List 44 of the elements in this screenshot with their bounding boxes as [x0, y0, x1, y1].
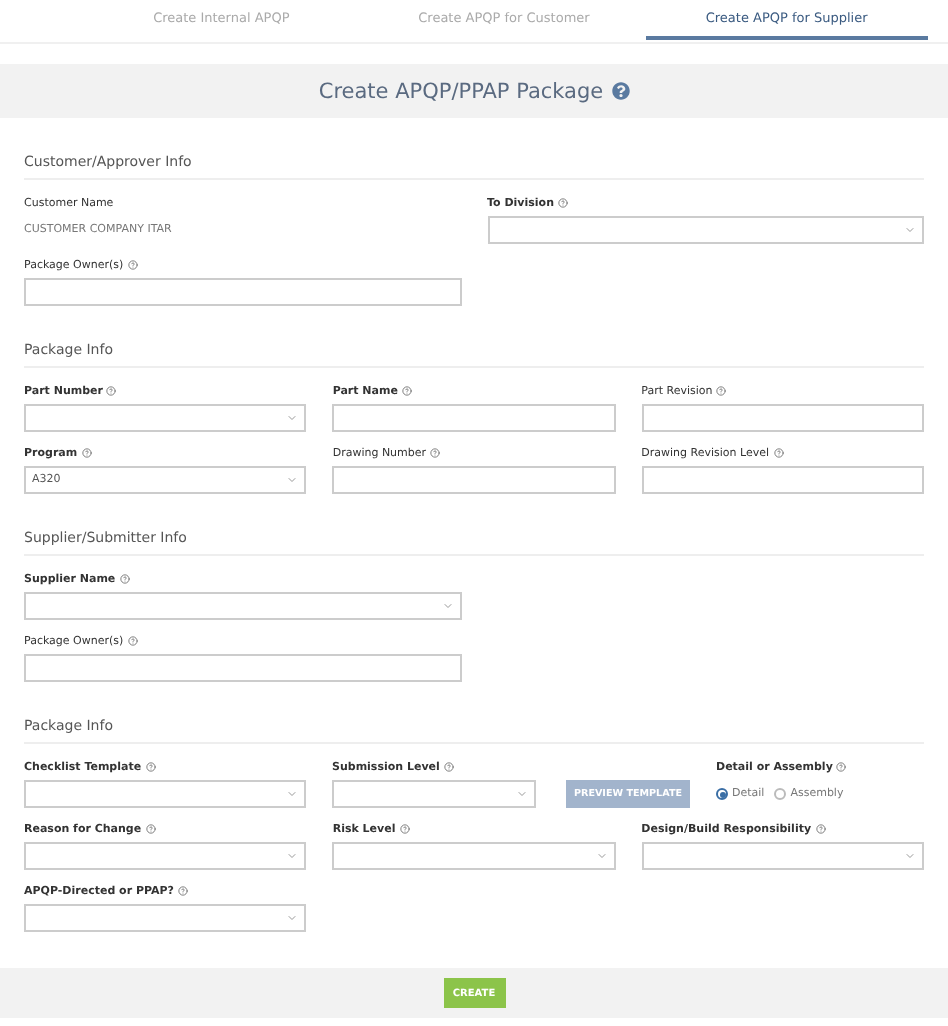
input-field[interactable] — [24, 278, 461, 306]
chevron-icon — [595, 850, 608, 862]
chevron-icon — [286, 850, 299, 862]
chevron-icon — [286, 412, 299, 424]
dropdown-field[interactable] — [24, 780, 306, 808]
input-field[interactable] — [24, 654, 461, 682]
input-field[interactable] — [641, 404, 924, 432]
dropdown-field[interactable] — [487, 216, 924, 244]
help-icon[interactable] — [127, 636, 138, 646]
dropdown-field[interactable] — [24, 592, 461, 620]
dropdown-field[interactable] — [332, 842, 616, 870]
help-icon[interactable] — [178, 886, 188, 896]
input-field[interactable] — [332, 466, 616, 494]
page-title: Create APQP/PPAP Package — [318, 79, 604, 103]
chevron-icon — [516, 788, 528, 800]
dropdown-field[interactable] — [332, 780, 536, 808]
chevron-icon — [904, 224, 916, 236]
help-icon[interactable] — [81, 448, 92, 458]
help-icon[interactable] — [127, 260, 138, 270]
dropdown-field[interactable] — [24, 904, 307, 932]
help-icon[interactable] — [399, 824, 410, 834]
input-field[interactable] — [641, 466, 924, 494]
help-icon[interactable] — [106, 386, 117, 396]
dropdown-field[interactable] — [24, 404, 307, 432]
help-icon[interactable] — [145, 824, 156, 834]
chevron-icon — [286, 912, 299, 924]
help-icon[interactable] — [836, 762, 847, 772]
help-icon[interactable] — [773, 448, 784, 458]
help-icon[interactable] — [401, 386, 412, 396]
chevron-icon — [286, 474, 299, 486]
chevron-icon — [286, 788, 298, 800]
chevron-icon — [903, 850, 916, 862]
dropdown-field[interactable] — [24, 842, 307, 870]
help-icon[interactable] — [443, 762, 454, 772]
help-icon[interactable] — [145, 762, 156, 772]
help-icon[interactable] — [815, 824, 826, 834]
help-icon[interactable] — [716, 386, 727, 396]
help-icon[interactable] — [430, 448, 441, 458]
input-field[interactable] — [332, 404, 616, 432]
chevron-icon — [441, 600, 453, 612]
help-icon[interactable] — [558, 198, 568, 208]
dropdown-field[interactable] — [641, 842, 924, 870]
help-icon[interactable] — [611, 82, 630, 100]
help-icon[interactable] — [119, 574, 130, 584]
